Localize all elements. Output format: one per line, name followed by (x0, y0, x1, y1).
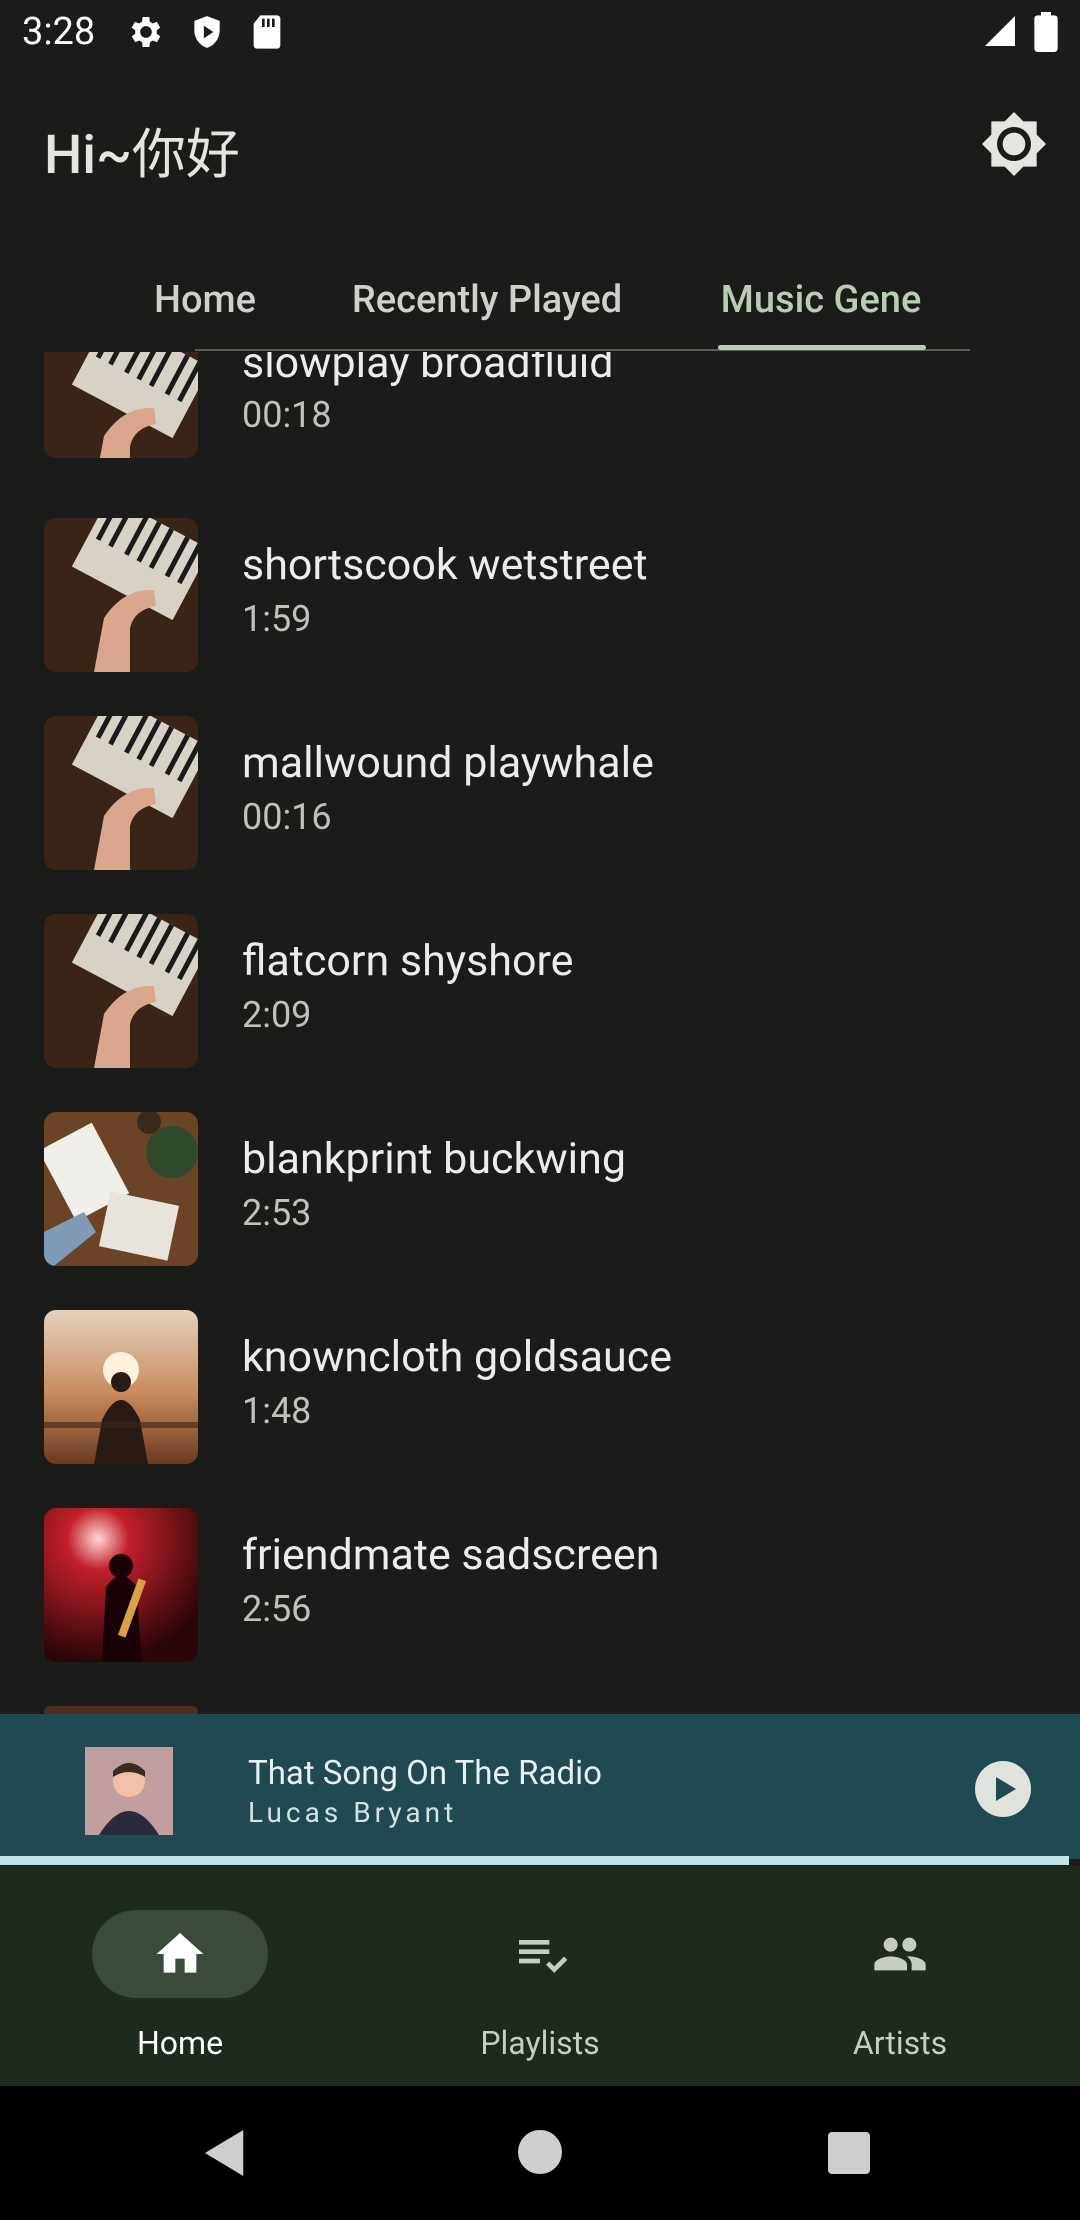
song-list[interactable]: slowplay broadfluid 00:18 shortscook wet… (0, 352, 1080, 1714)
song-item-partial (44, 1706, 198, 1714)
nav-label: Home (136, 2024, 224, 2062)
mini-player[interactable]: That Song On The Radio Lucas Bryant (0, 1714, 1080, 1859)
song-duration: 00:16 (242, 796, 332, 838)
nav-item-home[interactable]: Home (0, 1866, 360, 2086)
song-duration: 2:56 (242, 1588, 312, 1630)
home-icon (156, 1933, 204, 1973)
song-title: mallwound playwhale (242, 738, 654, 788)
battery-icon (1034, 12, 1058, 52)
tab-bar: Home Recently Played Music Gene (0, 250, 1080, 350)
shield-icon (194, 16, 220, 48)
album-art-piano (44, 518, 198, 672)
play-icon[interactable] (974, 1760, 1032, 1818)
sd-card-icon (253, 15, 281, 49)
song-title: friendmate sadscreen (242, 1530, 660, 1580)
album-art-concert (44, 1508, 198, 1662)
song-title: slowplay broadfluid (242, 352, 614, 388)
page-title: Hi~你好 (44, 124, 240, 187)
song-duration: 1:59 (242, 598, 312, 640)
nav-item-artists[interactable]: Artists (720, 1866, 1080, 2086)
nav-label: Playlists (480, 2024, 600, 2062)
brightness-icon[interactable] (980, 110, 1048, 178)
status-time: 3:28 (22, 10, 96, 54)
album-art-sunset (44, 1310, 198, 1464)
song-title: shortscook wetstreet (242, 540, 648, 590)
mini-album-art (85, 1747, 173, 1835)
home-circle-icon[interactable] (518, 2130, 562, 2174)
song-duration: 2:09 (242, 994, 312, 1036)
song-item[interactable]: knowncloth goldsauce 1:48 (0, 1310, 1080, 1508)
album-art-piano (44, 914, 198, 1068)
song-duration: 2:53 (242, 1192, 312, 1234)
tab-music-gene[interactable]: Music Gene (700, 250, 942, 350)
gear-icon (131, 17, 161, 47)
song-item[interactable]: flatcorn shyshore 2:09 (0, 914, 1080, 1112)
album-art-piano (44, 352, 198, 458)
tab-recently-played[interactable]: Recently Played (332, 250, 642, 350)
status-bar: 3:28 (0, 0, 1080, 66)
nav-item-playlists[interactable]: Playlists (360, 1866, 720, 2086)
tab-home[interactable]: Home (130, 250, 280, 350)
bottom-navigation: Home Playlists Artists (0, 1866, 1080, 2086)
playlist-check-icon (519, 1940, 568, 1973)
album-art-piano (44, 716, 198, 870)
song-title: flatcorn shyshore (242, 936, 574, 986)
song-item[interactable]: shortscook wetstreet 1:59 (0, 518, 1080, 716)
mini-player-artist: Lucas Bryant (248, 1796, 458, 1829)
nav-label: Artists (852, 2024, 948, 2062)
album-art-desk (44, 1112, 198, 1266)
song-item[interactable]: mallwound playwhale 00:16 (0, 716, 1080, 914)
playback-progress-bar[interactable] (0, 1856, 1070, 1865)
back-icon[interactable] (204, 2130, 248, 2176)
people-icon (874, 1937, 926, 1971)
song-item[interactable]: slowplay broadfluid 00:18 (0, 352, 1080, 534)
song-title: blankprint buckwing (242, 1134, 626, 1184)
tab-indicator (718, 345, 926, 350)
recents-icon[interactable] (828, 2132, 870, 2174)
mini-player-title: That Song On The Radio (248, 1754, 602, 1793)
song-item[interactable]: friendmate sadscreen 2:56 (0, 1508, 1080, 1706)
song-duration: 1:48 (242, 1390, 312, 1432)
song-title: knowncloth goldsauce (242, 1332, 672, 1382)
song-item[interactable]: blankprint buckwing 2:53 (0, 1112, 1080, 1310)
signal-icon (985, 16, 1015, 46)
system-navigation-bar (0, 2086, 1080, 2220)
song-duration: 00:18 (242, 394, 332, 436)
